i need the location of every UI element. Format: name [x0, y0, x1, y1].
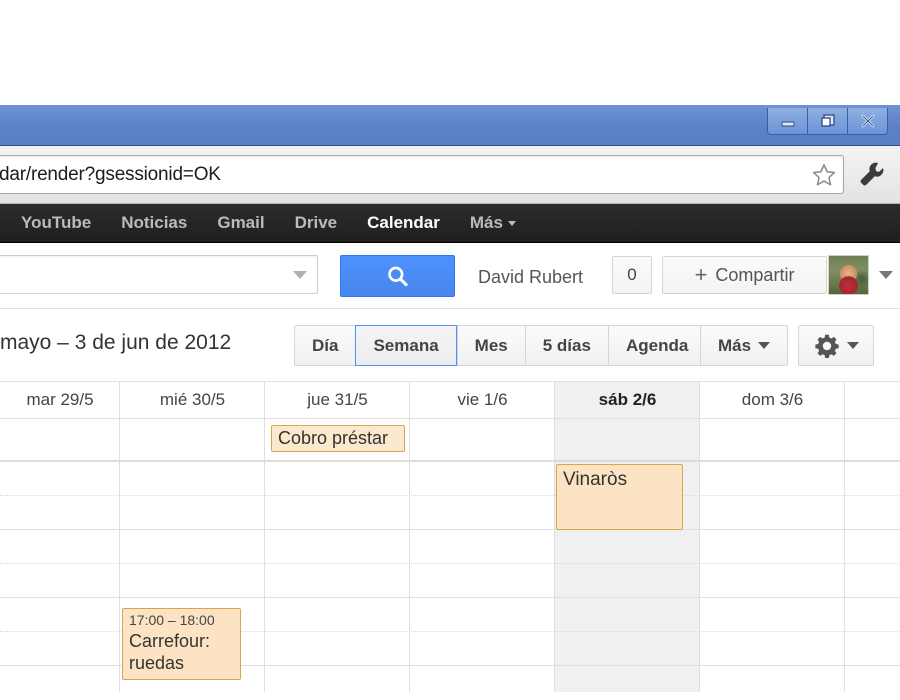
event-title: Cobro préstar — [278, 428, 389, 448]
search-button[interactable] — [340, 255, 455, 297]
day-header-row: mar 29/5 mié 30/5 jue 31/5 vie 1/6 sáb 2… — [0, 382, 900, 418]
bookmark-star-icon — [812, 163, 836, 186]
nav-label: Noticias — [121, 213, 188, 232]
event-time: 17:00 – 18:00 — [129, 612, 215, 628]
restore-button[interactable] — [808, 108, 848, 134]
event-vinaros[interactable]: Vinaròs — [556, 464, 683, 530]
share-button[interactable]: + Compartir — [662, 256, 827, 294]
calendar-toolbar: mayo – 3 de jun de 2012 Día Semana Mes 5… — [0, 309, 900, 382]
more-label: Más — [717, 335, 752, 355]
hour-gridline — [0, 529, 900, 530]
chevron-down-icon — [507, 221, 516, 227]
calendar-grid: mar 29/5 mié 30/5 jue 31/5 vie 1/6 sáb 2… — [0, 382, 900, 692]
nav-item-noticias[interactable]: Noticias — [106, 213, 202, 233]
chevron-down-icon — [758, 342, 771, 349]
nav-label: Drive — [294, 213, 338, 232]
minimize-icon — [781, 121, 794, 127]
nav-item-youtube[interactable]: YouTube — [6, 213, 106, 233]
view-label: Día — [312, 335, 339, 355]
account-bar: David Rubert 0 + Compartir — [0, 243, 900, 309]
user-name-label[interactable]: David Rubert — [478, 267, 583, 288]
wrench-menu-icon — [860, 162, 884, 185]
bookmark-star-button[interactable] — [805, 162, 843, 188]
browser-toolbar: dar/render?gsessionid=OK — [0, 146, 900, 204]
half-hour-gridline — [0, 563, 900, 564]
search-magnifier-icon — [388, 266, 408, 286]
view-switcher: Día Semana Mes 5 días Agenda — [294, 325, 707, 366]
restore-icon — [820, 114, 835, 127]
notification-count-badge[interactable]: 0 — [612, 256, 652, 294]
browser-titlebar — [0, 105, 900, 146]
view-button-mes[interactable]: Mes — [456, 325, 525, 366]
nav-label: Gmail — [217, 213, 265, 232]
event-title: Carrefour: ruedas — [129, 630, 211, 674]
chevron-down-icon[interactable] — [293, 270, 307, 279]
day-header-jue-31-5[interactable]: jue 31/5 — [265, 390, 410, 410]
day-header-mar-29-5[interactable]: mar 29/5 — [0, 390, 120, 410]
nav-label: Más — [469, 213, 503, 232]
view-label: Mes — [474, 335, 508, 355]
address-bar[interactable]: dar/render?gsessionid=OK — [0, 155, 844, 194]
hour-gridline — [0, 597, 900, 598]
timed-grid: Vinaròs 17:00 – 18:00 Carrefour: ruedas — [0, 461, 900, 692]
gear-icon — [814, 334, 839, 358]
all-day-row[interactable]: Cobro préstar — [0, 418, 900, 462]
hour-gridline — [0, 461, 900, 462]
view-button-semana[interactable]: Semana — [355, 325, 457, 366]
desktop-background — [0, 0, 900, 105]
view-label: Agenda — [625, 335, 689, 355]
more-views-button[interactable]: Más — [700, 325, 788, 366]
nav-item-gmail[interactable]: Gmail — [202, 213, 279, 233]
close-button[interactable] — [848, 108, 887, 134]
view-label: 5 días — [542, 335, 591, 355]
settings-button[interactable] — [798, 325, 874, 366]
view-button-agenda[interactable]: Agenda — [607, 325, 707, 366]
event-title: Vinaròs — [563, 469, 628, 490]
nav-item-mas[interactable]: Más — [455, 213, 531, 233]
nav-label: YouTube — [21, 213, 92, 232]
half-hour-gridline — [0, 495, 900, 496]
view-button-5dias[interactable]: 5 días — [524, 325, 608, 366]
day-header-sab-2-6[interactable]: sáb 2/6 — [555, 390, 700, 410]
chrome-menu-button[interactable] — [850, 155, 894, 192]
browser-window: dar/render?gsessionid=OK YouTube Noticia… — [0, 105, 900, 700]
share-label: Compartir — [715, 264, 795, 285]
date-range-title: mayo – 3 de jun de 2012 — [0, 331, 232, 354]
day-header-dom-3-6[interactable]: dom 3/6 — [700, 390, 845, 410]
chevron-down-icon — [846, 342, 859, 349]
url-text[interactable]: dar/render?gsessionid=OK — [0, 164, 805, 186]
plus-icon: + — [694, 262, 708, 287]
event-carrefour-ruedas[interactable]: 17:00 – 18:00 Carrefour: ruedas — [122, 608, 241, 680]
minimize-button[interactable] — [768, 108, 808, 134]
search-input[interactable] — [0, 255, 318, 294]
view-button-dia[interactable]: Día — [294, 325, 356, 366]
screen: dar/render?gsessionid=OK YouTube Noticia… — [0, 0, 900, 700]
all-day-event-cobro-prestamo[interactable]: Cobro préstar — [271, 425, 405, 452]
view-label: Semana — [373, 335, 439, 355]
chevron-down-icon[interactable] — [879, 271, 893, 279]
avatar[interactable] — [828, 255, 869, 295]
window-controls — [767, 108, 888, 135]
day-header-mie-30-5[interactable]: mié 30/5 — [120, 390, 265, 410]
nav-label: Calendar — [367, 213, 440, 232]
nav-item-drive[interactable]: Drive — [280, 213, 353, 233]
google-nav-bar: YouTube Noticias Gmail Drive Calendar Má… — [0, 204, 900, 243]
nav-item-calendar[interactable]: Calendar — [352, 213, 455, 233]
day-header-vie-1-6[interactable]: vie 1/6 — [410, 390, 555, 410]
close-icon — [861, 114, 874, 128]
